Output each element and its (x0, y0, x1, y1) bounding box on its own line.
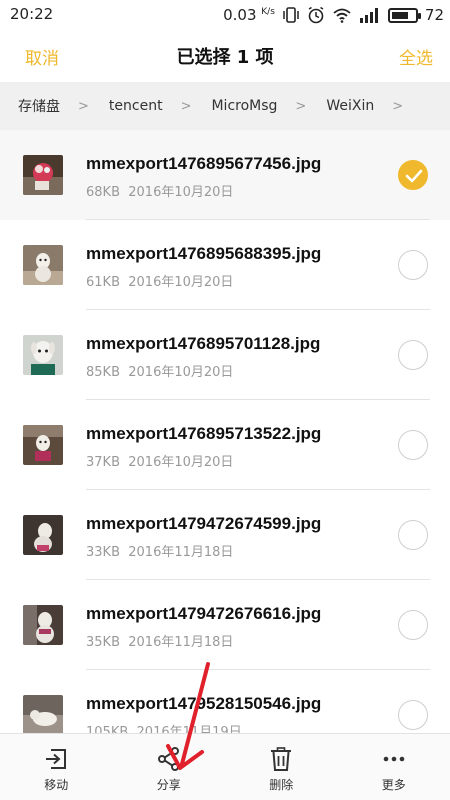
bottom-action-bar: 移动 分享 删除 更多 (0, 733, 450, 800)
more-dots-icon (383, 756, 405, 762)
battery-icon (387, 7, 421, 23)
select-checkbox[interactable] (398, 520, 428, 550)
image-thumbnail (23, 515, 63, 555)
chevron-right-icon: > (392, 98, 404, 114)
chevron-right-icon: > (180, 98, 192, 114)
file-meta: 68KB 2016年10月20日 (86, 185, 234, 200)
file-name: mmexport1476895688395.jpg (86, 244, 322, 263)
action-bar: 取消 已选择 1 项 全选 (0, 30, 450, 82)
image-thumbnail (23, 335, 63, 375)
file-name: mmexport1479472676616.jpg (86, 604, 322, 623)
chevron-right-icon: > (78, 98, 89, 114)
breadcrumb-item-micromsg[interactable]: MicroMsg (211, 98, 277, 114)
list-item[interactable]: mmexport1479472674599.jpg 33KB 2016年11月1… (0, 490, 450, 580)
more-label: 更多 (381, 778, 406, 792)
image-thumbnail (23, 245, 63, 285)
image-thumbnail (23, 155, 63, 195)
move-icon (46, 749, 67, 769)
move-button[interactable]: 移动 (0, 734, 113, 800)
file-name: mmexport1476895701128.jpg (86, 334, 321, 353)
file-name: mmexport1479528150546.jpg (86, 694, 322, 713)
chevron-right-icon: > (295, 98, 307, 114)
move-label: 移动 (44, 778, 69, 792)
trash-icon (271, 747, 292, 771)
more-button[interactable]: 更多 (338, 734, 450, 800)
battery-level: 72 (424, 6, 444, 24)
file-meta: 85KB 2016年10月20日 (86, 365, 234, 380)
status-bar: 20:22 0.03 K/s 72 (0, 0, 450, 30)
image-thumbnail (23, 425, 63, 465)
check-icon (405, 169, 423, 183)
file-name: mmexport1479472674599.jpg (86, 514, 322, 533)
delete-label: 删除 (269, 778, 294, 792)
select-checkbox[interactable] (398, 430, 428, 460)
alarm-icon (308, 6, 324, 24)
breadcrumb-item-storage[interactable]: 存储盘 (18, 96, 60, 116)
list-item[interactable]: mmexport1476895701128.jpg 85KB 2016年10月2… (0, 310, 450, 400)
clock: 20:22 (10, 5, 54, 23)
file-meta: 61KB 2016年10月20日 (86, 275, 234, 290)
wifi-icon (333, 8, 351, 23)
select-checkbox[interactable] (398, 160, 428, 190)
list-item[interactable]: mmexport1476895688395.jpg 61KB 2016年10月2… (0, 220, 450, 310)
list-item[interactable]: mmexport1476895713522.jpg 37KB 2016年10月2… (0, 400, 450, 490)
file-meta: 35KB 2016年11月18日 (86, 635, 234, 650)
network-speed: 0.03 K/s (223, 6, 275, 24)
share-button[interactable]: 分享 (113, 734, 226, 800)
breadcrumb: 存储盘 > tencent > MicroMsg > WeiXin > (0, 82, 450, 130)
delete-button[interactable]: 删除 (225, 734, 338, 800)
select-checkbox[interactable] (398, 700, 428, 730)
file-meta: 105KB 2016年11月19日 (86, 725, 242, 733)
vibrate-icon (283, 7, 299, 23)
signal-icon (359, 8, 378, 23)
select-checkbox[interactable] (398, 610, 428, 640)
page-title: 已选择 1 项 (176, 47, 274, 68)
file-name: mmexport1476895713522.jpg (86, 424, 322, 443)
file-meta: 37KB 2016年10月20日 (86, 455, 234, 470)
share-label: 分享 (156, 778, 181, 792)
image-thumbnail (23, 605, 63, 645)
file-list: mmexport1476895677456.jpg 68KB 2016年10月2… (0, 130, 450, 733)
list-item[interactable]: mmexport1476895677456.jpg 68KB 2016年10月2… (0, 130, 450, 220)
select-checkbox[interactable] (398, 250, 428, 280)
status-icons: 0.03 K/s 72 (223, 4, 444, 26)
list-item[interactable]: mmexport1479528150546.jpg 105KB 2016年11月… (0, 670, 450, 733)
file-name: mmexport1476895677456.jpg (86, 154, 322, 173)
share-icon (157, 747, 179, 771)
image-thumbnail (23, 695, 63, 733)
select-checkbox[interactable] (398, 340, 428, 370)
breadcrumb-item-tencent[interactable]: tencent (109, 98, 163, 114)
breadcrumb-item-weixin[interactable]: WeiXin (326, 98, 374, 114)
file-meta: 33KB 2016年11月18日 (86, 545, 234, 560)
list-item[interactable]: mmexport1479472676616.jpg 35KB 2016年11月1… (0, 580, 450, 670)
select-all-button[interactable]: 全选 (399, 44, 433, 69)
